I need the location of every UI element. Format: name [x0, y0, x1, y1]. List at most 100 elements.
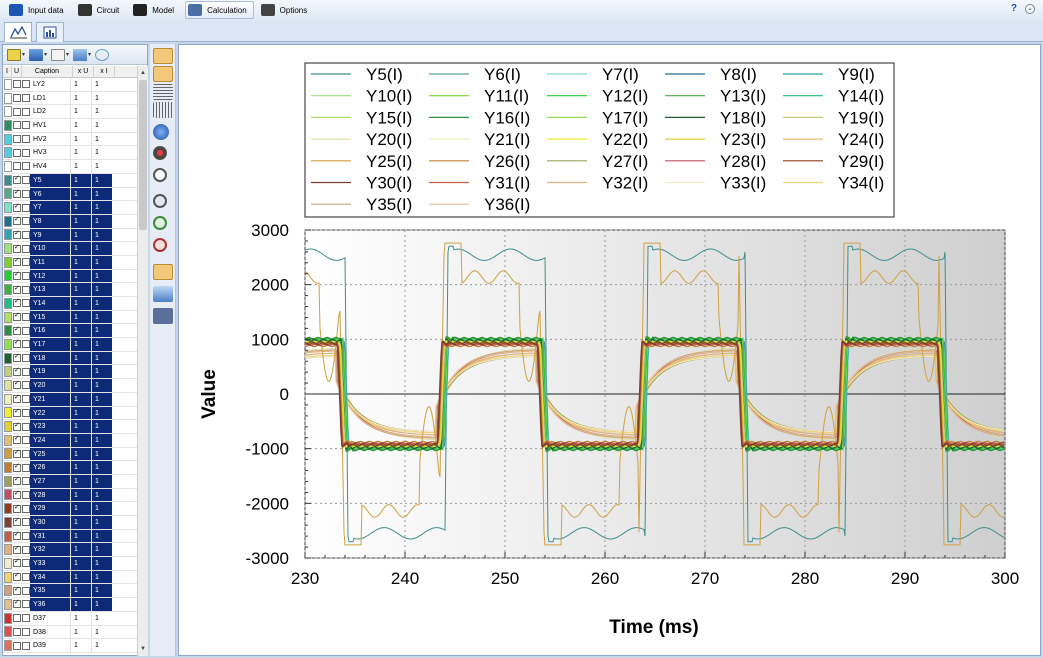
- voltage-checkbox[interactable]: [22, 545, 30, 554]
- signal-xi-factor[interactable]: 1: [91, 105, 112, 119]
- signal-row[interactable]: D37 1 1: [3, 611, 137, 626]
- signal-color-swatch[interactable]: [4, 516, 12, 528]
- signal-xi-factor[interactable]: 1: [91, 502, 112, 515]
- signal-xu-factor[interactable]: 1: [70, 255, 91, 269]
- current-checkbox[interactable]: [13, 503, 21, 513]
- signal-xi-factor[interactable]: 1: [91, 392, 112, 406]
- voltage-checkbox[interactable]: [22, 299, 30, 308]
- voltage-checkbox[interactable]: [22, 271, 30, 280]
- signal-row[interactable]: Y3511: [3, 584, 137, 599]
- legend-entry[interactable]: Y7(I): [602, 65, 639, 84]
- current-checkbox[interactable]: [13, 215, 21, 226]
- signal-xu-factor[interactable]: 1: [70, 502, 91, 515]
- signal-caption[interactable]: D38: [30, 626, 70, 639]
- legend-entry[interactable]: Y24(I): [838, 130, 884, 149]
- voltage-checkbox[interactable]: [22, 504, 30, 513]
- signal-row[interactable]: Y3411: [3, 570, 137, 585]
- dropdown-arrow-icon[interactable]: ▾: [66, 51, 69, 58]
- voltage-checkbox[interactable]: [22, 408, 30, 417]
- signal-xi-factor[interactable]: 1: [91, 557, 112, 570]
- voltage-checkbox[interactable]: [22, 285, 30, 294]
- voltage-checkbox[interactable]: [22, 436, 30, 445]
- signal-caption[interactable]: Y7: [30, 201, 70, 214]
- col-header-i[interactable]: I: [3, 66, 12, 78]
- signal-caption[interactable]: D39: [30, 639, 70, 652]
- signal-xu-factor[interactable]: 1: [70, 351, 91, 365]
- signal-caption[interactable]: HV2: [30, 133, 70, 146]
- signal-xu-factor[interactable]: 1: [70, 242, 91, 255]
- signal-xu-factor[interactable]: 1: [70, 132, 91, 146]
- dropdown-arrow-icon[interactable]: ▾: [22, 51, 25, 58]
- current-checkbox[interactable]: [13, 352, 21, 363]
- signal-color-swatch[interactable]: [4, 325, 12, 337]
- signal-xi-factor[interactable]: 1: [91, 639, 112, 652]
- voltage-checkbox[interactable]: [22, 641, 30, 650]
- signal-color-swatch[interactable]: [4, 188, 12, 200]
- new-curve-icon[interactable]: [7, 48, 21, 61]
- current-checkbox[interactable]: [13, 107, 21, 116]
- voltage-checkbox[interactable]: [22, 148, 30, 157]
- signal-xi-factor[interactable]: 1: [91, 242, 112, 255]
- voltage-checkbox[interactable]: [22, 176, 30, 185]
- current-checkbox[interactable]: [13, 80, 21, 89]
- signal-row[interactable]: Y2811: [3, 488, 137, 503]
- signal-xi-factor[interactable]: 1: [91, 310, 112, 324]
- current-checkbox[interactable]: [13, 366, 21, 376]
- signal-xu-factor[interactable]: 1: [70, 529, 91, 543]
- edit-pen-icon[interactable]: [51, 48, 66, 61]
- current-checkbox[interactable]: [13, 379, 21, 390]
- signal-xi-factor[interactable]: 1: [91, 529, 112, 543]
- signal-color-swatch[interactable]: [4, 106, 12, 118]
- voltage-checkbox[interactable]: [22, 600, 30, 609]
- signal-xi-factor[interactable]: 1: [91, 201, 112, 214]
- legend-entry[interactable]: Y28(I): [720, 152, 766, 171]
- voltage-checkbox[interactable]: [22, 573, 30, 582]
- current-checkbox[interactable]: [13, 202, 21, 212]
- signal-color-swatch[interactable]: [4, 407, 12, 419]
- current-checkbox[interactable]: [13, 270, 21, 280]
- current-checkbox[interactable]: [13, 516, 21, 527]
- voltage-checkbox[interactable]: [22, 354, 30, 363]
- current-checkbox[interactable]: [13, 325, 21, 335]
- current-checkbox[interactable]: [13, 585, 21, 595]
- signal-xu-factor[interactable]: 1: [70, 324, 91, 338]
- zoom-in-icon[interactable]: [153, 216, 167, 230]
- legend-entry[interactable]: Y6(I): [484, 65, 521, 84]
- signal-xi-factor[interactable]: 1: [91, 543, 112, 557]
- current-checkbox[interactable]: [13, 243, 21, 253]
- signal-caption[interactable]: Y9: [30, 228, 70, 242]
- current-checkbox[interactable]: [13, 557, 21, 568]
- signal-color-swatch[interactable]: [4, 215, 12, 227]
- signal-xu-factor[interactable]: 1: [70, 283, 91, 296]
- signal-color-swatch[interactable]: [4, 284, 12, 296]
- signal-caption[interactable]: Y19: [30, 365, 70, 379]
- voltage-checkbox[interactable]: [22, 135, 30, 144]
- signal-row[interactable]: Y511: [3, 173, 137, 188]
- collapse-ribbon-icon[interactable]: ⌄: [1025, 4, 1035, 14]
- signal-xu-factor[interactable]: 1: [70, 214, 91, 228]
- signal-xu-factor[interactable]: 1: [70, 187, 91, 201]
- signal-caption[interactable]: Y36: [30, 598, 70, 611]
- signal-color-swatch[interactable]: [4, 297, 12, 309]
- signal-xu-factor[interactable]: 1: [70, 338, 91, 351]
- voltage-checkbox[interactable]: [22, 422, 30, 431]
- signal-caption[interactable]: Y25: [30, 447, 70, 461]
- xy-mode-icon[interactable]: [153, 264, 173, 280]
- current-checkbox[interactable]: [13, 530, 21, 541]
- col-header-xi[interactable]: x I: [94, 66, 115, 78]
- current-checkbox[interactable]: [13, 162, 21, 171]
- signal-xi-factor[interactable]: 1: [91, 146, 112, 160]
- signal-row[interactable]: Y811: [3, 214, 137, 229]
- signal-xu-factor[interactable]: 1: [70, 365, 91, 379]
- signal-color-swatch[interactable]: [4, 352, 12, 364]
- legend-entry[interactable]: Y13(I): [720, 87, 766, 106]
- current-checkbox[interactable]: [13, 188, 21, 198]
- legend-entry[interactable]: Y36(I): [484, 195, 530, 214]
- signal-color-swatch[interactable]: [4, 78, 12, 90]
- signal-xi-factor[interactable]: 1: [91, 132, 112, 146]
- signal-caption[interactable]: Y6: [30, 187, 70, 201]
- signal-color-swatch[interactable]: [4, 133, 12, 145]
- signal-row[interactable]: Y3211: [3, 543, 137, 558]
- current-checkbox[interactable]: [13, 627, 21, 636]
- signal-row[interactable]: Y2511: [3, 447, 137, 462]
